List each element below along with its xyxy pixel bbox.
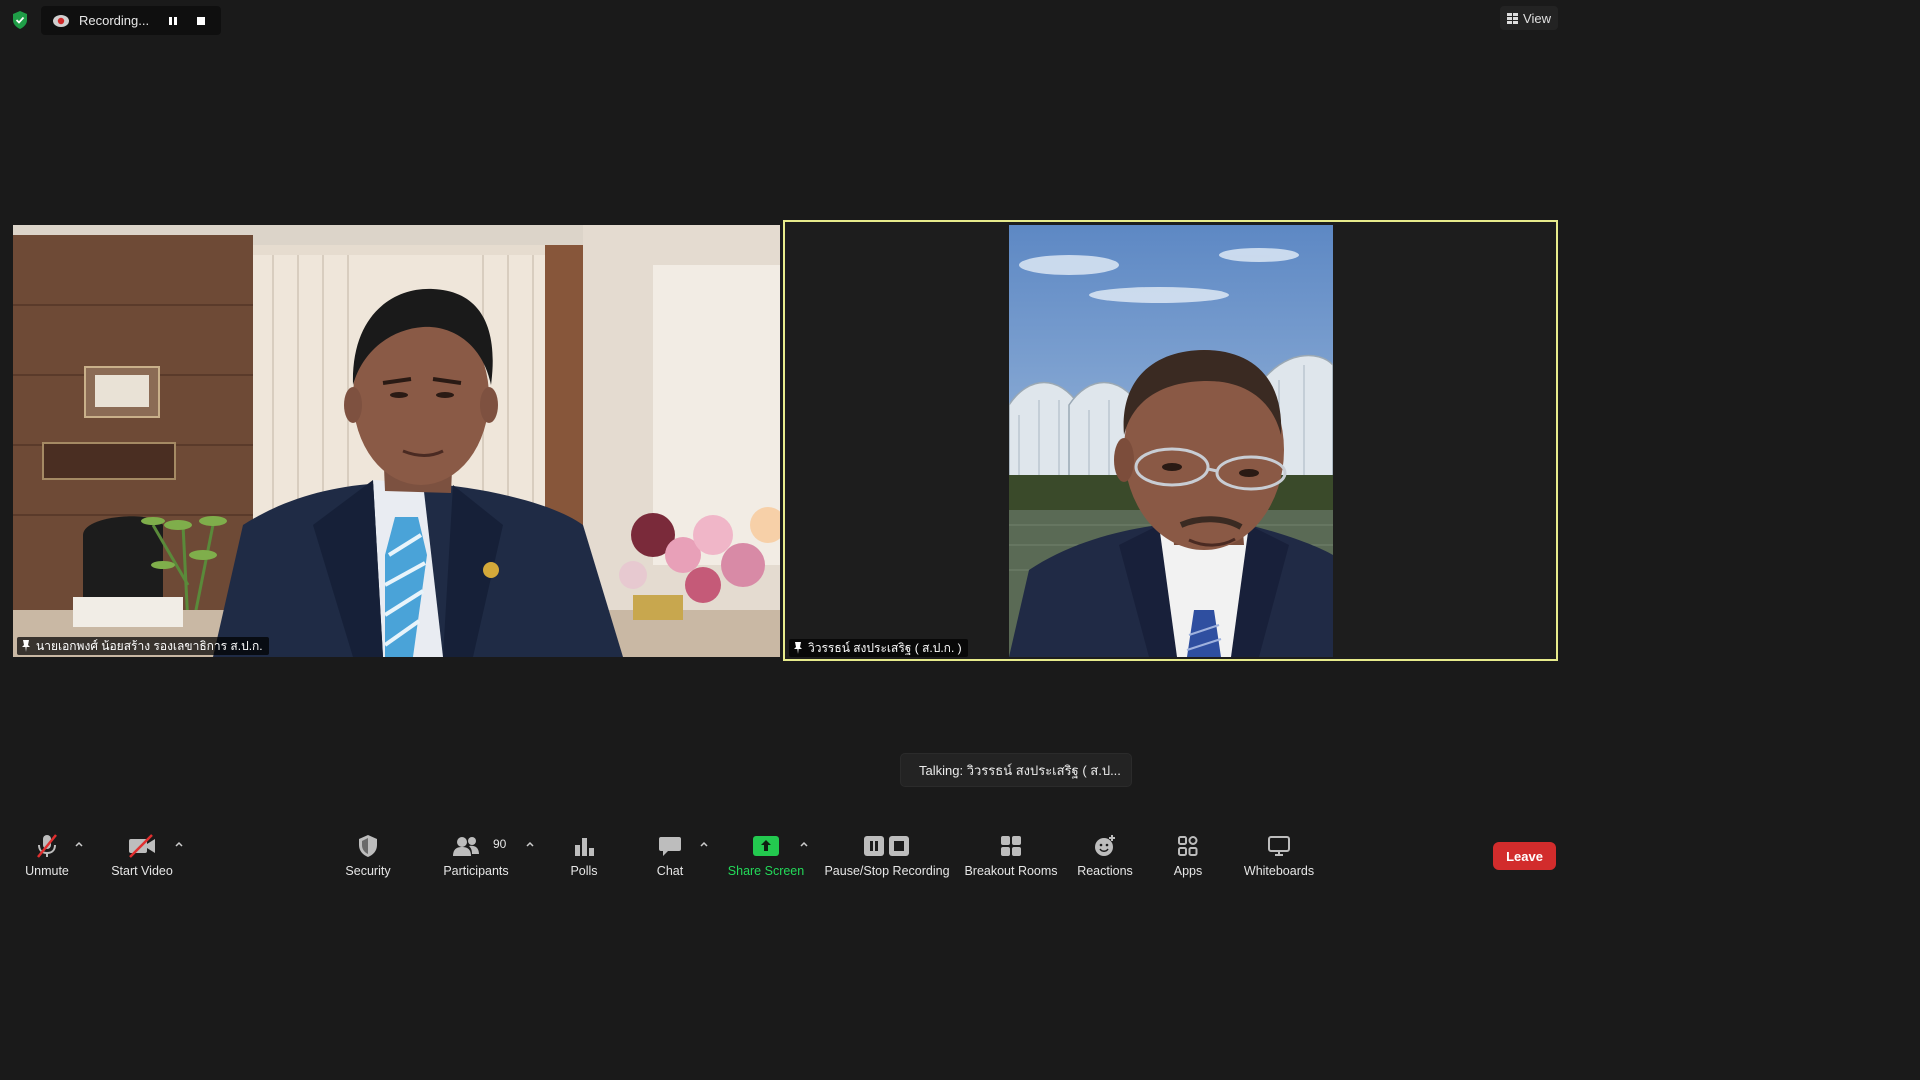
share-screen-label: Share Screen — [727, 864, 805, 878]
whiteboards-label: Whiteboards — [1243, 864, 1315, 878]
whiteboards-button[interactable]: Whiteboards — [1237, 822, 1321, 882]
participant-name-tag: วิวรรธน์ สงประเสริฐ ( ส.ป.ก. ) — [789, 639, 968, 657]
unmute-label: Unmute — [25, 864, 69, 878]
apps-button[interactable]: Apps — [1165, 822, 1211, 882]
grid-view-icon — [1507, 12, 1519, 24]
breakout-rooms-icon — [1000, 832, 1022, 860]
participant-video-feed — [1009, 225, 1333, 657]
participant-name-tag: นายเอกพงศ์ น้อยสร้าง รองเลขาธิการ ส.ป.ก. — [17, 637, 269, 655]
video-options-caret[interactable] — [173, 838, 185, 850]
pause-stop-recording-button[interactable]: Pause/Stop Recording — [822, 822, 952, 882]
chevron-up-icon — [75, 841, 83, 847]
stop-icon — [197, 16, 205, 25]
participant-video-feed — [13, 225, 780, 657]
participants-icon — [452, 832, 480, 860]
apps-icon — [1177, 832, 1199, 860]
breakout-rooms-button[interactable]: Breakout Rooms — [962, 822, 1060, 882]
stop-recording-button[interactable] — [187, 6, 215, 35]
pause-icon — [169, 16, 177, 25]
share-options-caret[interactable] — [798, 838, 810, 850]
pause-recording-button[interactable] — [159, 6, 187, 35]
start-video-label: Start Video — [111, 864, 173, 878]
polls-label: Polls — [570, 864, 598, 878]
recording-label: Recording... — [79, 13, 150, 28]
participants-label: Participants — [443, 864, 509, 878]
participant-name: นายเอกพงศ์ น้อยสร้าง รองเลขาธิการ ส.ป.ก. — [36, 638, 263, 653]
chevron-up-icon — [800, 841, 808, 847]
whiteboard-icon — [1267, 832, 1291, 860]
talking-indicator: Talking: วิวรรธน์ สงประเสริฐ ( ส.ป... — [901, 754, 1131, 786]
recording-status-bar: Recording... — [41, 6, 221, 35]
encryption-shield-icon[interactable] — [9, 9, 31, 31]
share-screen-icon — [753, 832, 779, 860]
participants-options-caret[interactable] — [524, 838, 536, 850]
participants-count: 90 — [493, 837, 507, 851]
chevron-up-icon — [526, 841, 534, 847]
participants-button[interactable]: Participants — [438, 822, 514, 882]
microphone-muted-icon — [34, 832, 60, 860]
share-screen-button[interactable]: Share Screen — [726, 822, 806, 882]
breakout-rooms-label: Breakout Rooms — [964, 864, 1058, 878]
security-label: Security — [345, 864, 391, 878]
leave-button[interactable]: Leave — [1493, 842, 1556, 870]
meeting-toolbar: Unmute Start Video Security Participants… — [0, 822, 1568, 882]
security-shield-icon — [357, 832, 379, 860]
chat-label: Chat — [656, 864, 684, 878]
recording-controls-label: Pause/Stop Recording — [824, 864, 950, 878]
polls-icon — [574, 832, 594, 860]
polls-button[interactable]: Polls — [560, 822, 608, 882]
pause-stop-recording-icon — [863, 832, 911, 860]
view-button[interactable]: View — [1500, 6, 1558, 30]
view-label: View — [1523, 10, 1551, 26]
start-video-button[interactable]: Start Video — [104, 822, 180, 882]
active-speaker-video-tile[interactable]: วิวรรธน์ สงประเสริฐ ( ส.ป.ก. ) — [783, 220, 1558, 661]
chevron-up-icon — [700, 841, 708, 847]
chat-button[interactable]: Chat — [646, 822, 694, 882]
apps-label: Apps — [1173, 864, 1203, 878]
recording-icon — [53, 14, 69, 27]
chat-options-caret[interactable] — [698, 838, 710, 850]
pin-icon — [22, 640, 30, 652]
reactions-label: Reactions — [1077, 864, 1133, 878]
reactions-icon — [1093, 832, 1117, 860]
participant-name: วิวรรธน์ สงประเสริฐ ( ส.ป.ก. ) — [808, 640, 962, 655]
reactions-button[interactable]: Reactions — [1075, 822, 1135, 882]
security-button[interactable]: Security — [338, 822, 398, 882]
audio-options-caret[interactable] — [73, 838, 85, 850]
chat-bubble-icon — [658, 832, 682, 860]
pin-icon — [794, 642, 802, 654]
video-off-icon — [127, 832, 157, 860]
chevron-up-icon — [175, 841, 183, 847]
unmute-button[interactable]: Unmute — [17, 822, 77, 882]
participant-video-tile[interactable]: นายเอกพงศ์ น้อยสร้าง รองเลขาธิการ ส.ป.ก. — [13, 225, 780, 657]
